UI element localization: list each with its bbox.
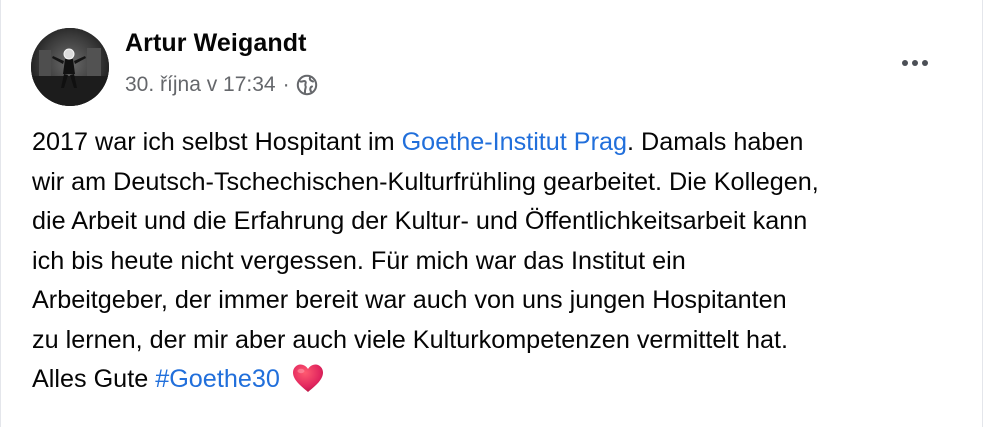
post-meta: 30. října v 17:34 ·: [125, 73, 318, 97]
more-dot: [922, 60, 928, 66]
post-line: ich bis heute nicht vergessen. Für mich …: [32, 246, 686, 275]
avatar[interactable]: [31, 28, 109, 106]
more-dot: [912, 60, 918, 66]
post-line: zu lernen, der mir aber auch viele Kultu…: [32, 325, 788, 354]
author-name[interactable]: Artur Weigandt: [125, 29, 307, 58]
avatar-photo: [31, 28, 109, 106]
post-timestamp[interactable]: 30. října v 17:34: [125, 73, 276, 97]
line-text: . Damals haben: [627, 128, 804, 156]
line-text: 2017 war ich selbst Hospitant im: [32, 128, 402, 156]
post-line: Alles Gute #Goethe30: [32, 360, 962, 400]
page-link-goethe-institut[interactable]: Goethe-Institut Prag: [402, 128, 627, 156]
post-body: 2017 war ich selbst Hospitant im Goethe-…: [32, 123, 962, 400]
more-dot: [902, 60, 908, 66]
red-heart-icon: [292, 364, 323, 392]
post-line: wir am Deutsch-Tschechischen-Kulturfrühl…: [32, 167, 819, 196]
line-text: Alles Gute: [32, 365, 156, 393]
post-card: Artur Weigandt 30. října v 17:34 · 2017 …: [0, 0, 983, 427]
post-line: Arbeitgeber, der immer bereit war auch v…: [32, 286, 787, 314]
more-options-icon[interactable]: [893, 50, 937, 76]
post-line: 2017 war ich selbst Hospitant im Goethe-…: [32, 123, 962, 163]
hashtag-link[interactable]: #Goethe30: [155, 365, 280, 393]
meta-separator: ·: [282, 73, 290, 96]
post-line: die Arbeit und die Erfahrung der Kultur-…: [32, 207, 808, 235]
globe-icon[interactable]: [296, 74, 318, 96]
